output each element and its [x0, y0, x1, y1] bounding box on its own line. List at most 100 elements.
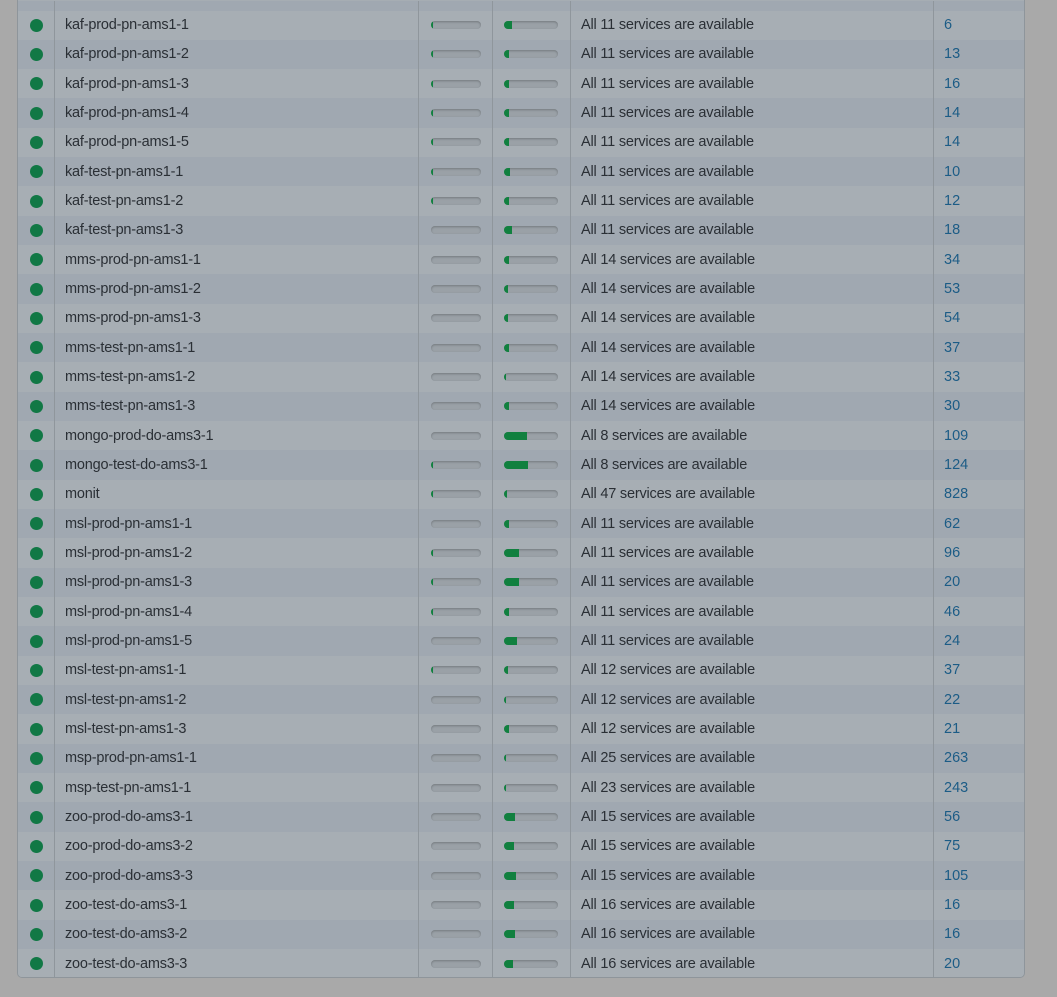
host-name[interactable]: zoo-test-do-ams3-1: [65, 897, 187, 913]
host-name[interactable]: mms-test-pn-ams1-1: [65, 340, 195, 356]
host-name[interactable]: mms-prod-pn-ams1-2: [65, 281, 201, 297]
uptime-link[interactable]: 75: [944, 838, 960, 854]
uptime-link[interactable]: 828: [944, 486, 968, 502]
table-row[interactable]: kaf-prod-pn-ams1-4 All 11 services are a…: [18, 98, 1024, 128]
host-name[interactable]: msl-test-pn-ams1-3: [65, 721, 186, 737]
table-row[interactable]: zoo-test-do-ams3-2 All 16 services are a…: [18, 919, 1024, 949]
table-row[interactable]: monit All 47 services are available 828: [18, 479, 1024, 510]
uptime-link[interactable]: 13: [944, 46, 960, 62]
host-name[interactable]: zoo-prod-do-ams3-1: [65, 809, 193, 825]
uptime-link[interactable]: 37: [944, 340, 960, 356]
uptime-link[interactable]: 37: [944, 662, 960, 678]
uptime-link[interactable]: 16: [944, 897, 960, 913]
table-row[interactable]: kaf-prod-pn-ams1-3 All 11 services are a…: [18, 69, 1024, 99]
table-row[interactable]: mongo-test-do-ams3-1 All 8 services are …: [18, 450, 1024, 480]
host-name[interactable]: mms-test-pn-ams1-3: [65, 398, 195, 414]
uptime-link[interactable]: 20: [944, 956, 960, 972]
table-row[interactable]: msl-prod-pn-ams1-4 All 11 services are a…: [18, 597, 1024, 627]
table-row[interactable]: msl-test-pn-ams1-1 All 12 services are a…: [18, 655, 1024, 686]
table-row[interactable]: kaf-prod-pn-ams1-1 All 11 services are a…: [18, 10, 1024, 40]
table-row[interactable]: mongo-prod-do-ams3-1 All 8 services are …: [18, 421, 1024, 451]
uptime-link[interactable]: 56: [944, 809, 960, 825]
host-name[interactable]: mms-prod-pn-ams1-3: [65, 310, 201, 326]
uptime-link[interactable]: 21: [944, 721, 960, 737]
table-row[interactable]: mms-test-pn-ams1-3 All 14 services are a…: [18, 391, 1024, 422]
table-row[interactable]: zoo-test-do-ams3-3 All 16 services are a…: [18, 949, 1024, 977]
table-row[interactable]: kaf-test-pn-ams1-2 All 11 services are a…: [18, 186, 1024, 216]
uptime-link[interactable]: 10: [944, 164, 960, 180]
uptime-link[interactable]: 12: [944, 193, 960, 209]
table-row[interactable]: msl-test-pn-ams1-3 All 12 services are a…: [18, 714, 1024, 744]
host-name[interactable]: kaf-prod-pn-ams1-5: [65, 134, 189, 150]
host-name[interactable]: mms-prod-pn-ams1-1: [65, 252, 201, 268]
table-row[interactable]: mms-prod-pn-ams1-3 All 14 services are a…: [18, 303, 1024, 334]
table-row[interactable]: msl-test-pn-ams1-2 All 12 services are a…: [18, 685, 1024, 715]
host-name[interactable]: kaf-test-pn-ams1-1: [65, 164, 183, 180]
uptime-link[interactable]: 6: [944, 17, 952, 33]
table-row[interactable]: zoo-test-do-ams3-1 All 16 services are a…: [18, 890, 1024, 920]
host-name[interactable]: zoo-test-do-ams3-2: [65, 926, 187, 942]
table-row[interactable]: mms-test-pn-ams1-1 All 14 services are a…: [18, 333, 1024, 363]
table-row[interactable]: msl-prod-pn-ams1-3 All 11 services are a…: [18, 567, 1024, 598]
table-row[interactable]: msl-prod-pn-ams1-2 All 11 services are a…: [18, 538, 1024, 568]
uptime-link[interactable]: 53: [944, 281, 960, 297]
host-name[interactable]: mongo-test-do-ams3-1: [65, 457, 208, 473]
uptime-link[interactable]: 243: [944, 780, 968, 796]
host-name[interactable]: msl-prod-pn-ams1-2: [65, 545, 192, 561]
host-name[interactable]: kaf-test-pn-ams1-2: [65, 193, 183, 209]
uptime-link[interactable]: 18: [944, 222, 960, 238]
host-name[interactable]: mms-test-pn-ams1-2: [65, 369, 195, 385]
table-row[interactable]: zoo-prod-do-ams3-2 All 15 services are a…: [18, 831, 1024, 862]
host-name[interactable]: mongo-prod-do-ams3-1: [65, 428, 214, 444]
host-name[interactable]: kaf-test-pn-ams1-3: [65, 222, 183, 238]
uptime-link[interactable]: 24: [944, 633, 960, 649]
host-name[interactable]: zoo-test-do-ams3-3: [65, 956, 187, 972]
table-row[interactable]: kaf-test-pn-ams1-3 All 11 services are a…: [18, 215, 1024, 246]
host-name[interactable]: kaf-prod-pn-ams1-3: [65, 76, 189, 92]
uptime-link[interactable]: 96: [944, 545, 960, 561]
table-row[interactable]: kaf-prod-pn-ams1-5 All 11 services are a…: [18, 127, 1024, 158]
uptime-link[interactable]: 14: [944, 105, 960, 121]
table-row[interactable]: mms-prod-pn-ams1-1 All 14 services are a…: [18, 245, 1024, 275]
table-row[interactable]: zoo-prod-do-ams3-1 All 15 services are a…: [18, 802, 1024, 832]
host-name[interactable]: msp-test-pn-ams1-1: [65, 780, 191, 796]
uptime-link[interactable]: 20: [944, 574, 960, 590]
memory-cell: [493, 362, 571, 392]
uptime-link[interactable]: 16: [944, 76, 960, 92]
table-row[interactable]: msl-prod-pn-ams1-5 All 11 services are a…: [18, 626, 1024, 656]
host-name[interactable]: kaf-prod-pn-ams1-4: [65, 105, 189, 121]
uptime-link[interactable]: 46: [944, 604, 960, 620]
host-name[interactable]: zoo-prod-do-ams3-3: [65, 868, 193, 884]
table-row[interactable]: zoo-prod-do-ams3-3 All 15 services are a…: [18, 861, 1024, 891]
table-row[interactable]: kaf-test-pn-ams1-1 All 11 services are a…: [18, 157, 1024, 187]
host-name[interactable]: kaf-prod-pn-ams1-2: [65, 46, 189, 62]
host-name[interactable]: msl-prod-pn-ams1-5: [65, 633, 192, 649]
uptime-link[interactable]: 124: [944, 457, 968, 473]
host-name[interactable]: msl-test-pn-ams1-2: [65, 692, 186, 708]
table-row[interactable]: mms-test-pn-ams1-2 All 14 services are a…: [18, 362, 1024, 392]
uptime-link[interactable]: 30: [944, 398, 960, 414]
uptime-link[interactable]: 263: [944, 750, 968, 766]
host-name[interactable]: monit: [65, 486, 100, 502]
table-row[interactable]: msp-test-pn-ams1-1 All 23 services are a…: [18, 773, 1024, 803]
table-row[interactable]: mms-prod-pn-ams1-2 All 14 services are a…: [18, 274, 1024, 304]
host-name[interactable]: kaf-prod-pn-ams1-1: [65, 17, 189, 33]
host-name[interactable]: msl-prod-pn-ams1-1: [65, 516, 192, 532]
uptime-link[interactable]: 62: [944, 516, 960, 532]
uptime-link[interactable]: 34: [944, 252, 960, 268]
uptime-link[interactable]: 105: [944, 868, 968, 884]
host-name[interactable]: msl-prod-pn-ams1-4: [65, 604, 192, 620]
uptime-link[interactable]: 54: [944, 310, 960, 326]
uptime-link[interactable]: 33: [944, 369, 960, 385]
table-row[interactable]: msl-prod-pn-ams1-1 All 11 services are a…: [18, 509, 1024, 539]
host-name[interactable]: msp-prod-pn-ams1-1: [65, 750, 197, 766]
uptime-link[interactable]: 109: [944, 428, 968, 444]
host-name[interactable]: msl-prod-pn-ams1-3: [65, 574, 192, 590]
uptime-link[interactable]: 16: [944, 926, 960, 942]
table-row[interactable]: kaf-prod-pn-ams1-2 All 11 services are a…: [18, 39, 1024, 70]
table-row[interactable]: msp-prod-pn-ams1-1 All 25 services are a…: [18, 743, 1024, 774]
host-name[interactable]: msl-test-pn-ams1-1: [65, 662, 186, 678]
uptime-link[interactable]: 22: [944, 692, 960, 708]
host-name[interactable]: zoo-prod-do-ams3-2: [65, 838, 193, 854]
uptime-link[interactable]: 14: [944, 134, 960, 150]
